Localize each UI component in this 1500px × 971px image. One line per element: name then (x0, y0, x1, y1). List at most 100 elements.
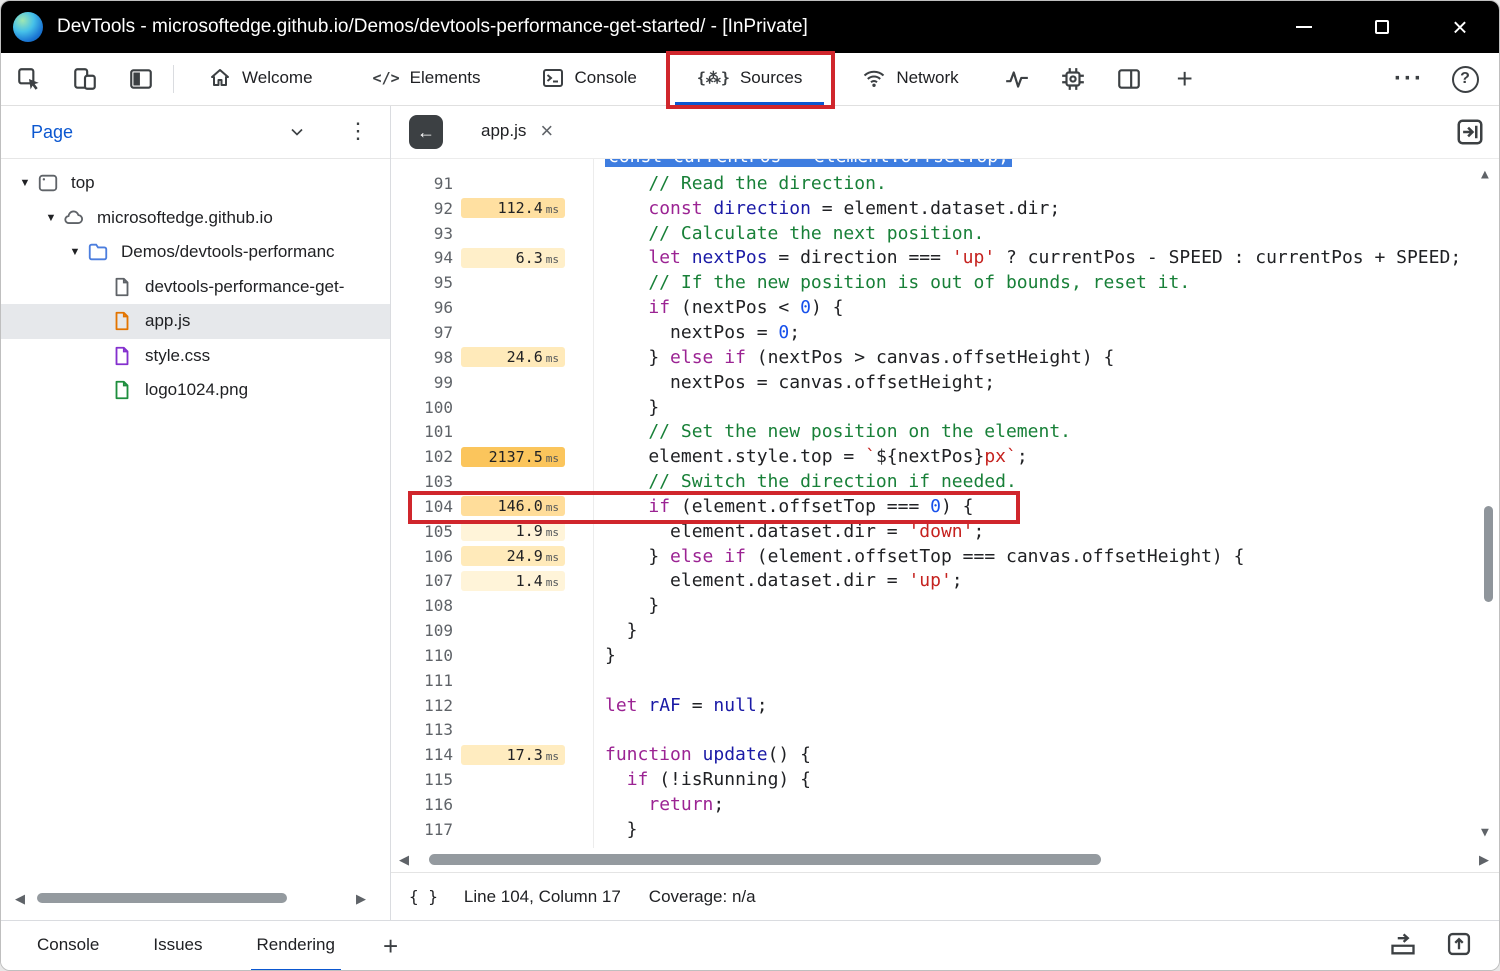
help-icon[interactable]: ? (1437, 53, 1493, 105)
file-icon (111, 275, 135, 299)
line-number[interactable]: 103 (391, 472, 453, 491)
file-tab-label: app.js (481, 121, 526, 141)
line-number[interactable]: 105 (391, 522, 453, 541)
layout-panel-icon[interactable] (1101, 53, 1157, 105)
line-number[interactable]: 99 (391, 373, 453, 392)
add-tab-icon[interactable]: + (1157, 53, 1213, 105)
tree-item-style-css[interactable]: style.css (1, 339, 390, 374)
line-number[interactable]: 94 (391, 248, 453, 267)
drawer-tab-issues[interactable]: Issues (147, 921, 208, 971)
tab-network[interactable]: Network (840, 53, 980, 105)
line-number[interactable]: 98 (391, 348, 453, 367)
scrollbar-thumb[interactable] (429, 854, 1101, 865)
pane-tab-page[interactable]: Page (31, 122, 73, 143)
tree-item-app-js[interactable]: app.js (1, 304, 390, 339)
editor-vertical-scrollbar[interactable]: ▲ ▼ (1479, 161, 1497, 846)
scrollbar-thumb[interactable] (1484, 506, 1493, 602)
timing-badge: 6.3ms (461, 248, 565, 268)
line-number[interactable]: 101 (391, 422, 453, 441)
code-text: } else if (nextPos > canvas.offsetHeight… (605, 347, 1114, 368)
line-number[interactable]: 111 (391, 671, 453, 690)
line-number[interactable]: 109 (391, 621, 453, 640)
tab-console[interactable]: Console (519, 53, 659, 105)
focus-page-icon[interactable] (113, 53, 169, 105)
scrollbar-thumb[interactable] (37, 893, 287, 903)
line-number[interactable]: 92 (391, 199, 453, 218)
tab-label: Welcome (242, 68, 313, 88)
code-line-96: 96 if (nextPos < 0) { (391, 295, 1499, 320)
tree-item-label: logo1024.png (145, 380, 248, 400)
title-bar: DevTools - microsoftedge.github.io/Demos… (1, 1, 1499, 53)
expander-icon[interactable]: ▼ (39, 212, 63, 224)
editor-horizontal-scrollbar[interactable]: ◀ ▶ (391, 848, 1499, 872)
code-text: } (605, 620, 638, 641)
scroll-down-icon[interactable]: ▼ (1481, 825, 1489, 840)
file-tab-appjs[interactable]: app.js × (465, 106, 569, 158)
performance-icon[interactable] (989, 53, 1045, 105)
sidebar-horizontal-scrollbar[interactable]: ◀ ▶ (7, 888, 384, 908)
line-number[interactable]: 110 (391, 646, 453, 665)
line-number[interactable]: 100 (391, 398, 453, 417)
expand-panel-icon[interactable] (1445, 930, 1473, 963)
code-line-110: 110} (391, 643, 1499, 668)
scroll-left-icon[interactable]: ◀ (15, 891, 25, 907)
scroll-left-icon[interactable]: ◀ (399, 852, 409, 868)
chevron-down-icon[interactable] (287, 122, 307, 147)
scroll-right-icon[interactable]: ▶ (1479, 852, 1489, 868)
code-text: element.style.top = `${nextPos}px`; (605, 446, 1028, 467)
line-number[interactable]: 116 (391, 795, 453, 814)
inspect-icon[interactable] (1, 53, 57, 105)
show-drawer-icon[interactable] (1389, 930, 1417, 963)
tree-item-logo1024-png[interactable]: logo1024.png (1, 373, 390, 408)
line-number[interactable]: 93 (391, 224, 453, 243)
tree-item-top[interactable]: ▼top (1, 166, 390, 201)
open-in-sidebar-icon[interactable] (1455, 117, 1485, 147)
close-icon[interactable]: × (540, 120, 553, 142)
code-editor[interactable]: const currentPos = element.offsetTop; 91… (391, 159, 1499, 848)
scroll-right-icon[interactable]: ▶ (356, 891, 366, 907)
line-number[interactable]: 108 (391, 596, 453, 615)
line-number[interactable]: 117 (391, 820, 453, 839)
line-number[interactable]: 114 (391, 745, 453, 764)
tree-item-demos-devtools-performanc[interactable]: ▼Demos/devtools-performanc (1, 235, 390, 270)
line-number[interactable]: 106 (391, 547, 453, 566)
code-line-111: 111 (391, 668, 1499, 693)
close-button[interactable]: × (1421, 1, 1499, 53)
memory-icon[interactable] (1045, 53, 1101, 105)
tree-item-devtools-performance-get[interactable]: devtools-performance-get- (1, 270, 390, 305)
line-number[interactable]: 97 (391, 323, 453, 342)
line-number[interactable]: 102 (391, 447, 453, 466)
hide-navigator-icon[interactable]: ← (409, 115, 443, 149)
line-number[interactable]: 104 (391, 497, 453, 516)
drawer-tab-console[interactable]: Console (31, 921, 105, 971)
minimize-button[interactable] (1265, 1, 1343, 53)
line-number[interactable]: 113 (391, 720, 453, 739)
tab-elements[interactable]: </> Elements (351, 53, 503, 105)
line-number[interactable]: 95 (391, 273, 453, 292)
scroll-up-icon[interactable]: ▲ (1481, 167, 1489, 182)
tab-sources[interactable]: {⁂} Sources (675, 53, 824, 105)
line-number[interactable]: 107 (391, 571, 453, 590)
code-line-101: 101 // Set the new position on the eleme… (391, 419, 1499, 444)
line-number[interactable]: 91 (391, 174, 453, 193)
code-line-107: 1071.4ms element.dataset.dir = 'up'; (391, 569, 1499, 594)
line-number[interactable]: 96 (391, 298, 453, 317)
line-number[interactable]: 112 (391, 696, 453, 715)
code-text: const direction = element.dataset.dir; (605, 198, 1060, 219)
add-drawer-tab-icon[interactable]: + (383, 921, 398, 971)
more-options-icon[interactable]: ⋮ (347, 118, 369, 144)
line-number[interactable]: 115 (391, 770, 453, 789)
code-text: let rAF = null; (605, 695, 768, 716)
expander-icon[interactable]: ▼ (13, 177, 37, 189)
more-tools-icon[interactable]: ··· (1381, 53, 1437, 105)
pretty-print-icon[interactable]: { } (409, 887, 438, 906)
code-text: } else if (element.offsetTop === canvas.… (605, 546, 1244, 567)
maximize-button[interactable] (1343, 1, 1421, 53)
expander-icon[interactable]: ▼ (63, 246, 87, 258)
devtools-window: DevTools - microsoftedge.github.io/Demos… (0, 0, 1500, 971)
tree-item-microsoftedge-github-io[interactable]: ▼microsoftedge.github.io (1, 201, 390, 236)
drawer-tab-rendering[interactable]: Rendering (251, 921, 341, 971)
device-emulation-icon[interactable] (57, 53, 113, 105)
navigator-header: Page ⋮ (1, 106, 390, 159)
tab-welcome[interactable]: Welcome (186, 53, 335, 105)
